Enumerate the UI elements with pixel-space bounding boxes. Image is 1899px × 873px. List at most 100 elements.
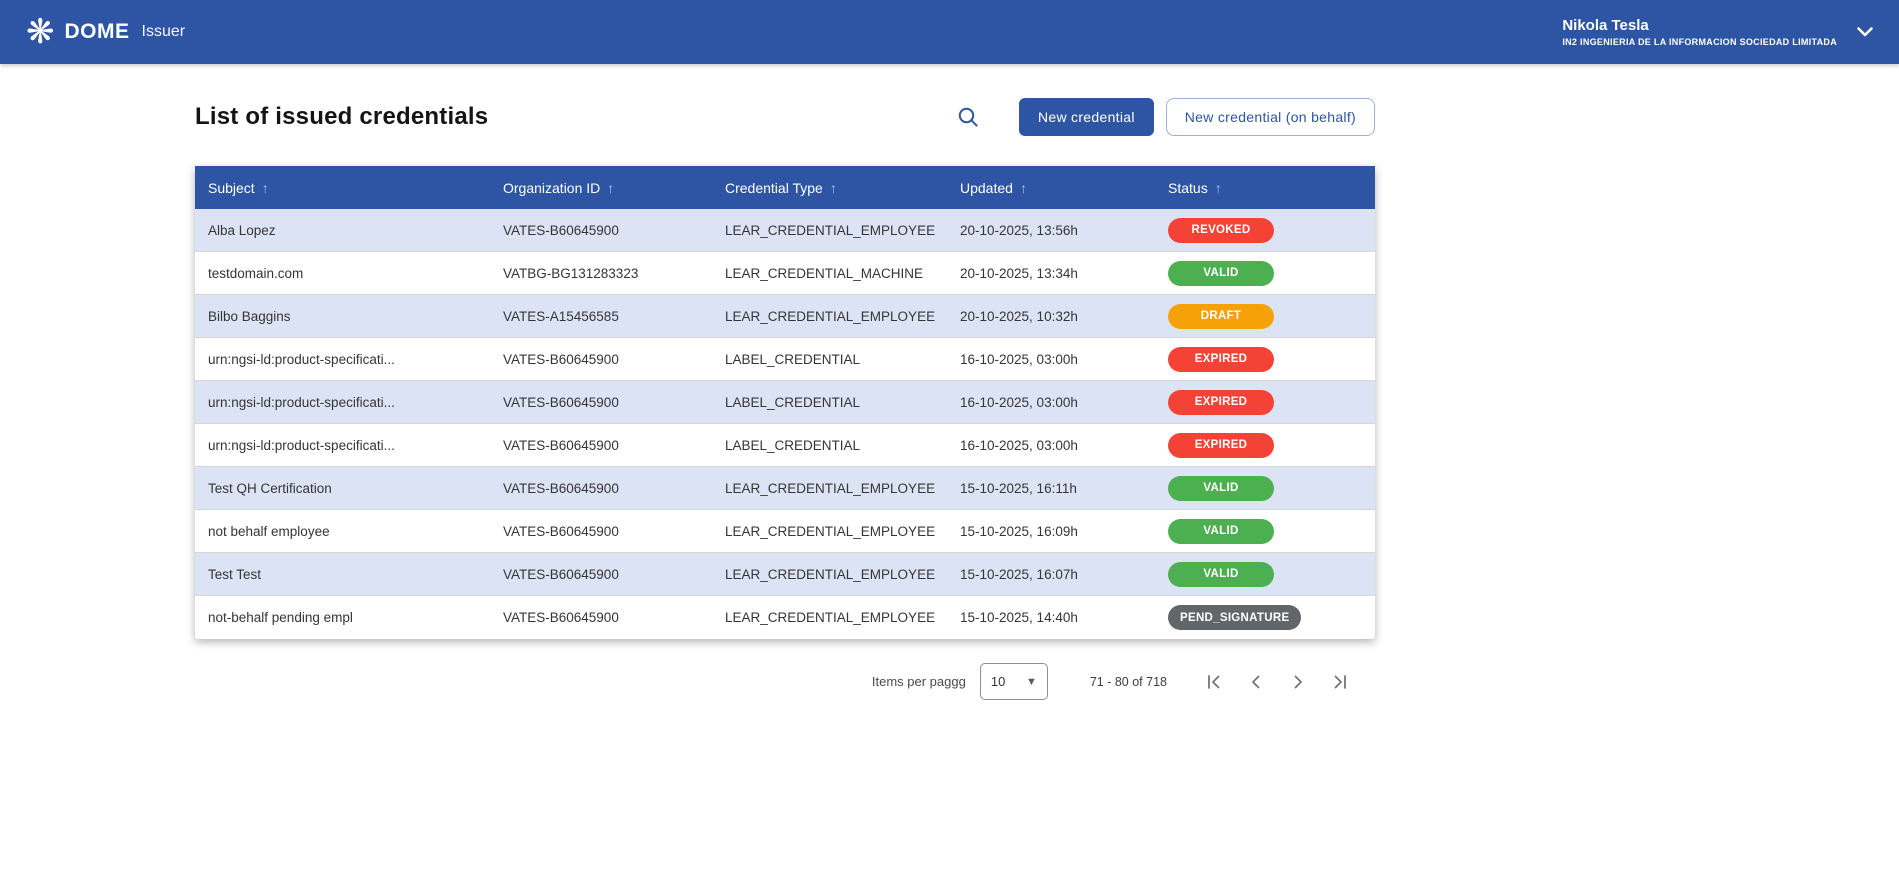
last-page-button[interactable] (1319, 664, 1361, 700)
items-per-page-label: Items per paggg (872, 674, 966, 689)
chevron-right-icon (1289, 673, 1307, 691)
cell-organization-id: VATES-B60645900 (490, 352, 712, 367)
new-credential-on-behalf-button[interactable]: New credential (on behalf) (1166, 98, 1375, 136)
status-badge: VALID (1168, 476, 1274, 501)
cell-status: REVOKED (1155, 218, 1375, 243)
cell-status: VALID (1155, 476, 1375, 501)
sort-arrow-icon: ↑ (262, 180, 269, 196)
cell-status: EXPIRED (1155, 347, 1375, 372)
first-page-icon (1205, 673, 1223, 691)
cell-credential-type: LEAR_CREDENTIAL_EMPLOYEE (712, 223, 947, 238)
cell-status: VALID (1155, 261, 1375, 286)
brand-suffix: Issuer (142, 23, 186, 41)
top-navbar: ❋ DOME Issuer Nikola Tesla IN2 INGENIERI… (0, 0, 1899, 64)
search-icon (957, 106, 979, 128)
table-row[interactable]: Test QH Certification VATES-B60645900 LE… (195, 467, 1375, 510)
table-row[interactable]: urn:ngsi-ld:product-specificati... VATES… (195, 424, 1375, 467)
cell-organization-id: VATES-A15456585 (490, 309, 712, 324)
column-label: Updated (960, 180, 1013, 196)
cell-status: VALID (1155, 562, 1375, 587)
column-label: Status (1168, 180, 1208, 196)
cell-subject: urn:ngsi-ld:product-specificati... (195, 438, 490, 453)
cell-status: EXPIRED (1155, 433, 1375, 458)
chevron-left-icon (1247, 673, 1265, 691)
table-row[interactable]: urn:ngsi-ld:product-specificati... VATES… (195, 381, 1375, 424)
status-badge: VALID (1168, 261, 1274, 286)
new-credential-button[interactable]: New credential (1019, 98, 1154, 136)
column-header-credential-type[interactable]: Credential Type ↑ (712, 180, 947, 196)
pagination-bar: Items per paggg 10 ▼ 71 - 80 of 718 (195, 663, 1375, 700)
cell-updated: 16-10-2025, 03:00h (947, 395, 1155, 410)
cell-organization-id: VATES-B60645900 (490, 524, 712, 539)
column-header-subject[interactable]: Subject ↑ (195, 180, 490, 196)
column-label: Subject (208, 180, 255, 196)
status-badge: EXPIRED (1168, 347, 1274, 372)
sort-arrow-icon: ↑ (607, 180, 614, 196)
main-content: List of issued credentials New credentia… (195, 98, 1375, 700)
cell-subject: Test QH Certification (195, 481, 490, 496)
column-label: Credential Type (725, 180, 823, 196)
cell-subject: Bilbo Baggins (195, 309, 490, 324)
user-menu[interactable]: Nikola Tesla IN2 INGENIERIA DE LA INFORM… (1562, 17, 1873, 47)
cell-organization-id: VATES-B60645900 (490, 567, 712, 582)
cell-credential-type: LEAR_CREDENTIAL_EMPLOYEE (712, 567, 947, 582)
status-badge: EXPIRED (1168, 390, 1274, 415)
dome-logo-icon: ❋ (26, 15, 55, 49)
user-organization: IN2 INGENIERIA DE LA INFORMACION SOCIEDA… (1562, 37, 1837, 47)
page-size-select[interactable]: 10 ▼ (980, 663, 1048, 700)
sort-arrow-icon: ↑ (1020, 180, 1027, 196)
table-header-row: Subject ↑ Organization ID ↑ Credential T… (195, 166, 1375, 209)
column-header-updated[interactable]: Updated ↑ (947, 180, 1155, 196)
status-badge: VALID (1168, 519, 1274, 544)
table-row[interactable]: Alba Lopez VATES-B60645900 LEAR_CREDENTI… (195, 209, 1375, 252)
cell-credential-type: LABEL_CREDENTIAL (712, 352, 947, 367)
table-row[interactable]: not behalf employee VATES-B60645900 LEAR… (195, 510, 1375, 553)
cell-subject: not behalf employee (195, 524, 490, 539)
status-badge: PEND_SIGNATURE (1168, 605, 1301, 630)
cell-credential-type: LEAR_CREDENTIAL_EMPLOYEE (712, 481, 947, 496)
cell-subject: testdomain.com (195, 266, 490, 281)
table-row[interactable]: testdomain.com VATBG-BG131283323 LEAR_CR… (195, 252, 1375, 295)
pagination-nav (1193, 664, 1361, 700)
header-actions: New credential New credential (on behalf… (951, 98, 1375, 136)
cell-status: PEND_SIGNATURE (1155, 605, 1375, 630)
cell-updated: 20-10-2025, 10:32h (947, 309, 1155, 324)
cell-subject: urn:ngsi-ld:product-specificati... (195, 352, 490, 367)
cell-subject: urn:ngsi-ld:product-specificati... (195, 395, 490, 410)
column-header-status[interactable]: Status ↑ (1155, 180, 1375, 196)
cell-status: VALID (1155, 519, 1375, 544)
caret-down-icon: ▼ (1026, 676, 1037, 688)
status-badge: EXPIRED (1168, 433, 1274, 458)
cell-credential-type: LEAR_CREDENTIAL_MACHINE (712, 266, 947, 281)
cell-subject: not-behalf pending empl (195, 610, 490, 625)
column-header-organization-id[interactable]: Organization ID ↑ (490, 180, 712, 196)
cell-status: DRAFT (1155, 304, 1375, 329)
cell-updated: 16-10-2025, 03:00h (947, 352, 1155, 367)
column-label: Organization ID (503, 180, 600, 196)
cell-updated: 16-10-2025, 03:00h (947, 438, 1155, 453)
status-badge: REVOKED (1168, 218, 1274, 243)
first-page-button[interactable] (1193, 664, 1235, 700)
cell-organization-id: VATES-B60645900 (490, 395, 712, 410)
brand-logo[interactable]: ❋ DOME Issuer (26, 15, 185, 49)
table-row[interactable]: not-behalf pending empl VATES-B60645900 … (195, 596, 1375, 639)
cell-updated: 15-10-2025, 16:11h (947, 481, 1155, 496)
cell-organization-id: VATBG-BG131283323 (490, 266, 712, 281)
cell-subject: Alba Lopez (195, 223, 490, 238)
cell-organization-id: VATES-B60645900 (490, 610, 712, 625)
cell-updated: 20-10-2025, 13:56h (947, 223, 1155, 238)
cell-credential-type: LABEL_CREDENTIAL (712, 438, 947, 453)
cell-updated: 15-10-2025, 14:40h (947, 610, 1155, 625)
status-badge: DRAFT (1168, 304, 1274, 329)
next-page-button[interactable] (1277, 664, 1319, 700)
cell-organization-id: VATES-B60645900 (490, 223, 712, 238)
page-title: List of issued credentials (195, 103, 488, 131)
previous-page-button[interactable] (1235, 664, 1277, 700)
search-button[interactable] (951, 100, 985, 134)
sort-arrow-icon: ↑ (830, 180, 837, 196)
table-row[interactable]: Test Test VATES-B60645900 LEAR_CREDENTIA… (195, 553, 1375, 596)
table-row[interactable]: Bilbo Baggins VATES-A15456585 LEAR_CREDE… (195, 295, 1375, 338)
brand-name: DOME (65, 20, 130, 44)
table-row[interactable]: urn:ngsi-ld:product-specificati... VATES… (195, 338, 1375, 381)
cell-status: EXPIRED (1155, 390, 1375, 415)
